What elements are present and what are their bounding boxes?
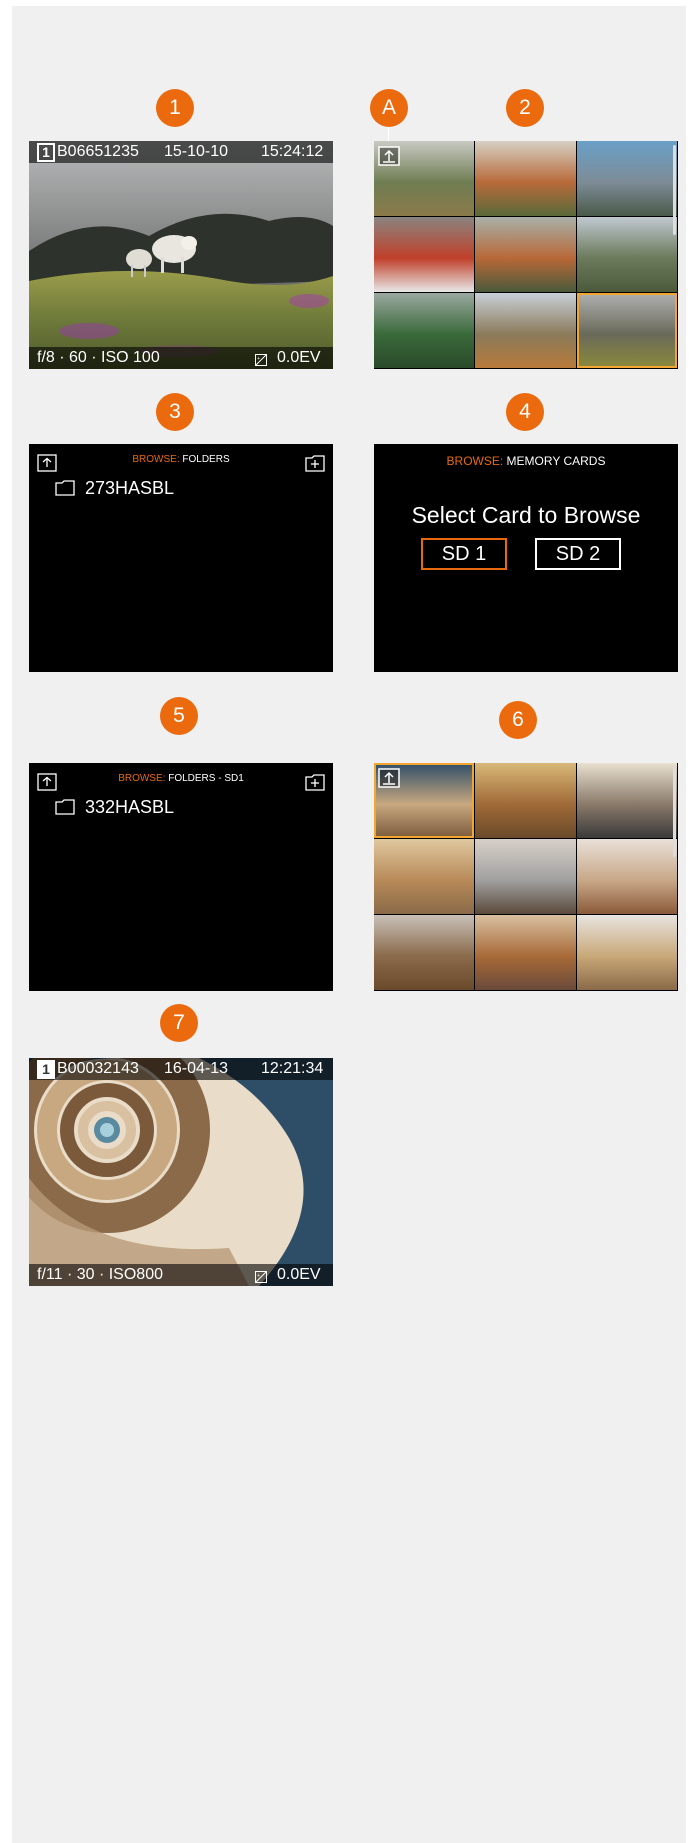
- sd1-button[interactable]: SD 1: [421, 538, 507, 570]
- badge-3: 3: [156, 393, 194, 431]
- thumbnail[interactable]: [576, 217, 677, 292]
- folder-up-icon[interactable]: [378, 768, 400, 788]
- badge-1: 1: [156, 89, 194, 127]
- screen-3-browse-folders: BROWSE: FOLDERS 273HASBL: [29, 444, 333, 672]
- card-slot-indicator: 1: [37, 143, 55, 162]
- exposure-settings: f/8 · 60 · ISO 100: [37, 349, 160, 366]
- screen-6-thumbnail-grid: [374, 763, 678, 991]
- thumbnail[interactable]: [576, 839, 677, 914]
- exposure-compensation-icon: +: [255, 1268, 267, 1286]
- status-bar-bottom: f/8 · 60 · ISO 100 + 0.0EV: [29, 347, 333, 369]
- svg-text:+: +: [257, 356, 260, 362]
- browse-title: BROWSE: FOLDERS - SD1: [118, 773, 244, 784]
- card-slot-indicator: 1: [37, 1060, 55, 1079]
- folder-icon: [55, 480, 75, 496]
- screen-7-photo-view: 1 B00032143 16-04-13 12:21:34 f/11 · 30 …: [29, 1058, 333, 1286]
- badge-2: 2: [506, 89, 544, 127]
- screen-2-thumbnail-grid: [374, 141, 678, 369]
- thumbnail[interactable]: [576, 141, 677, 216]
- select-card-prompt: Select Card to Browse: [411, 502, 641, 528]
- capture-date: 15-10-10: [164, 143, 229, 160]
- thumbnail[interactable]: [475, 839, 576, 914]
- scrollbar[interactable]: [673, 767, 676, 857]
- status-bar-top: 1 B06651235 15-10-10 15:24:12: [29, 141, 333, 163]
- browse-title: BROWSE: FOLDERS: [132, 454, 230, 465]
- capture-time: 15:24:12: [261, 143, 324, 160]
- thumbnail[interactable]: [374, 217, 475, 292]
- folder-icon: [55, 799, 75, 815]
- badge-6: 6: [499, 701, 537, 739]
- spiral-staircase-photo: [29, 1058, 333, 1286]
- exposure-compensation-icon: +: [255, 351, 267, 369]
- thumbnail[interactable]: [374, 839, 475, 914]
- thumbnail[interactable]: [475, 915, 576, 990]
- thumbnail[interactable]: [576, 763, 677, 838]
- svg-text:+: +: [257, 1273, 260, 1279]
- new-folder-icon[interactable]: [305, 773, 325, 791]
- exposure-value: 0.0EV: [277, 1266, 321, 1283]
- thumbnail[interactable]: [475, 217, 576, 292]
- badge-7: 7: [160, 1004, 198, 1042]
- thumbnail[interactable]: [475, 141, 576, 216]
- thumbnail[interactable]: [576, 915, 677, 990]
- thumbnail[interactable]: [374, 915, 475, 990]
- scrollbar[interactable]: [673, 145, 676, 235]
- screen-4-memory-card-select: BROWSE: MEMORY CARDS Select Card to Brow…: [374, 444, 678, 672]
- status-bar-bottom: f/11 · 30 · ISO800 + 0.0EV: [29, 1264, 333, 1286]
- image-id: B00032143: [57, 1060, 139, 1077]
- thumbnail[interactable]: [475, 763, 576, 838]
- folder-name: 273HASBL: [85, 478, 175, 498]
- badge-5: 5: [160, 697, 198, 735]
- capture-date: 16-04-13: [164, 1060, 229, 1077]
- new-folder-icon[interactable]: [305, 454, 325, 472]
- capture-time: 12:21:34: [261, 1060, 324, 1077]
- image-id: B06651235: [57, 143, 139, 160]
- thumbnail[interactable]: [576, 293, 677, 368]
- folder-name: 332HASBL: [85, 797, 175, 817]
- thumbnail[interactable]: [374, 293, 475, 368]
- folder-up-icon[interactable]: [378, 146, 400, 166]
- screen-1-photo-view: 1 B06651235 15-10-10 15:24:12 f/8 · 60 ·…: [29, 141, 333, 369]
- browse-title: BROWSE: MEMORY CARDS: [446, 454, 606, 468]
- exposure-settings: f/11 · 30 · ISO800: [37, 1266, 163, 1283]
- exposure-value: 0.0EV: [277, 349, 321, 366]
- sheep-landscape-photo: [29, 141, 333, 369]
- badge-4: 4: [506, 393, 544, 431]
- screen-5-browse-folders-sd1: BROWSE: FOLDERS - SD1 332HASBL: [29, 763, 333, 991]
- status-bar-top: 1 B00032143 16-04-13 12:21:34: [29, 1058, 333, 1080]
- sd2-button[interactable]: SD 2: [535, 538, 621, 570]
- thumbnail[interactable]: [475, 293, 576, 368]
- badge-a: A: [370, 89, 408, 127]
